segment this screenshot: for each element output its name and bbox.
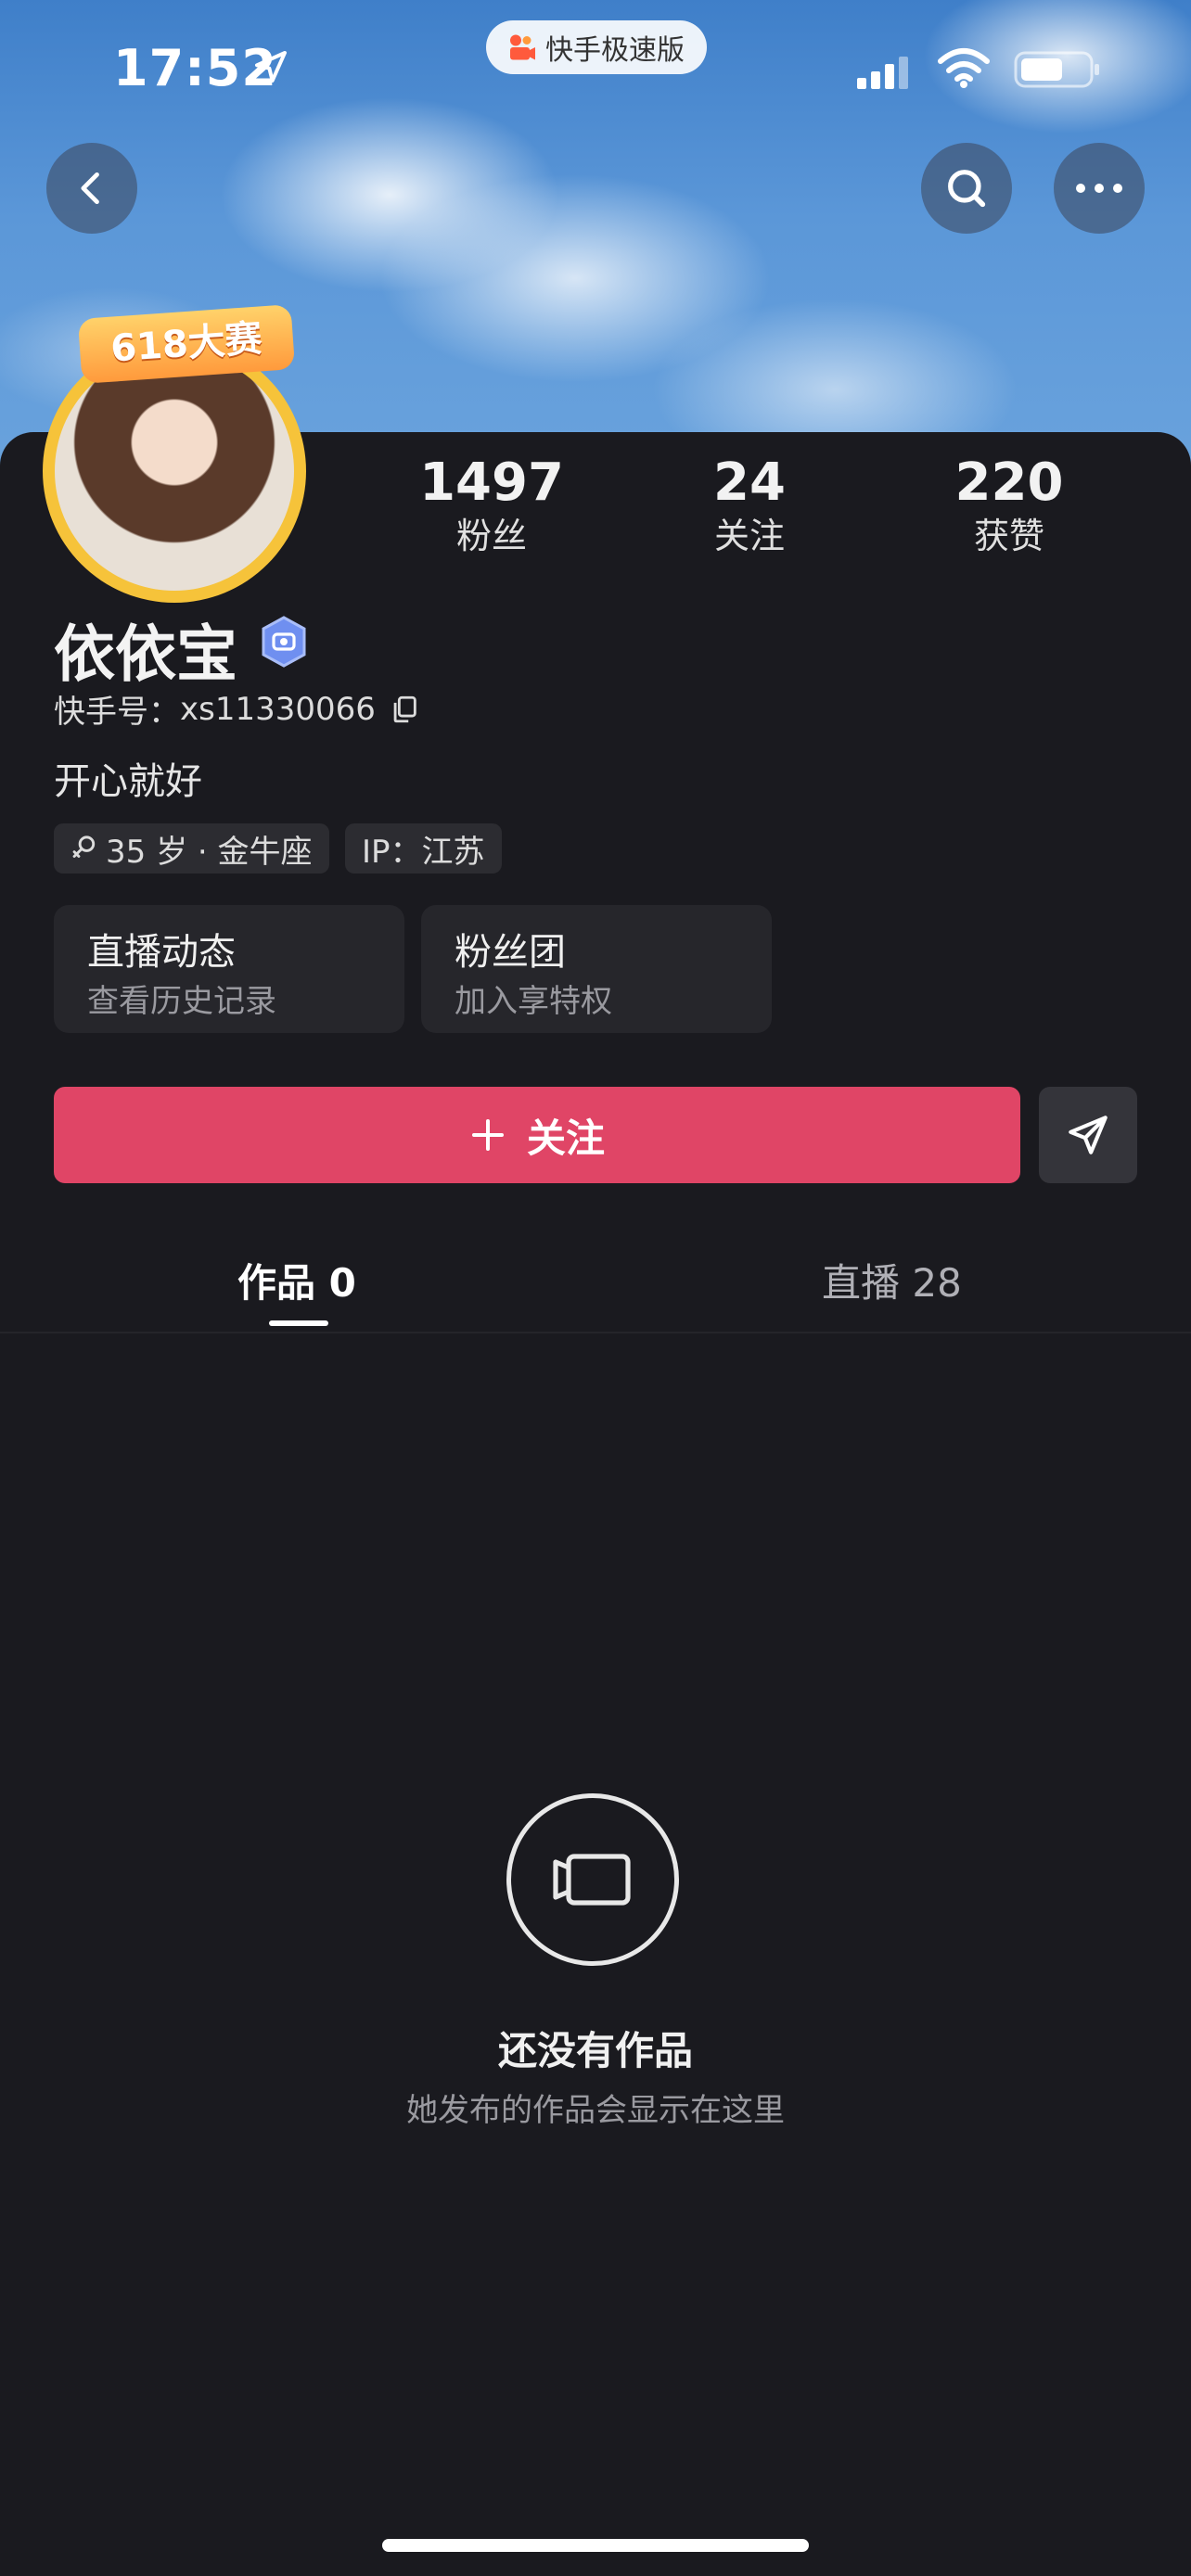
ellipsis-icon xyxy=(1076,184,1122,193)
home-indicator[interactable] xyxy=(382,2539,809,2552)
ip-location-tag: IP：江苏 xyxy=(345,823,502,874)
stat-label: 粉丝 xyxy=(455,516,527,556)
live-history-entry[interactable]: 直播动态 查看历史记录 xyxy=(54,905,404,1033)
empty-state-illustration xyxy=(506,1793,679,1966)
stat-label: 关注 xyxy=(713,516,785,556)
kuaishou-id-label: 快手号： xyxy=(54,694,180,731)
profile-bio: 开心就好 xyxy=(54,760,202,803)
event-badge: 618大赛 xyxy=(77,304,296,384)
more-options-button[interactable] xyxy=(1054,143,1145,234)
search-button[interactable] xyxy=(921,143,1012,234)
avatar-ring xyxy=(43,339,306,603)
kuaishou-id-value: xs11330066 xyxy=(180,690,376,728)
plus-icon xyxy=(471,1119,504,1151)
cellular-signal-icon xyxy=(857,57,908,89)
avatar-photo xyxy=(55,351,294,591)
send-icon xyxy=(1069,1116,1108,1154)
stat-value: 220 xyxy=(954,453,1064,513)
follow-button-label: 关注 xyxy=(526,1115,605,1161)
follow-button[interactable]: 关注 xyxy=(54,1087,1020,1183)
female-icon xyxy=(72,835,96,858)
tab-live[interactable]: 直播 28 xyxy=(822,1252,962,1308)
copy-icon[interactable] xyxy=(389,694,420,725)
location-arrow-icon xyxy=(255,51,287,83)
tab-divider xyxy=(0,1332,1191,1333)
entry-title: 直播动态 xyxy=(87,931,236,974)
age-zodiac-tag: 35 岁 · 金牛座 xyxy=(54,823,329,874)
verified-badge-icon[interactable] xyxy=(260,616,308,668)
battery-icon xyxy=(1014,51,1099,88)
entry-subtitle: 查看历史记录 xyxy=(87,983,276,1020)
wifi-icon xyxy=(938,48,990,88)
profile-name: 依依宝 xyxy=(54,618,237,690)
active-tab-indicator xyxy=(269,1320,328,1326)
avatar[interactable]: 618大赛 xyxy=(43,304,312,603)
app-switch-pill[interactable]: 快手极速版 xyxy=(486,20,707,74)
tab-works[interactable]: 作品 0 xyxy=(237,1252,356,1308)
stat-followers[interactable]: 1497 粉丝 xyxy=(390,451,594,556)
empty-state-title: 还没有作品 xyxy=(497,2028,693,2073)
search-icon xyxy=(948,170,986,208)
empty-state-subtitle: 她发布的作品会显示在这里 xyxy=(406,2092,785,2129)
entry-title: 粉丝团 xyxy=(455,931,566,974)
entry-subtitle: 加入享特权 xyxy=(455,983,612,1020)
stat-label: 获赞 xyxy=(973,516,1044,556)
ip-location-text: IP：江苏 xyxy=(362,833,485,871)
back-button[interactable] xyxy=(46,143,137,234)
age-zodiac-text: 35 岁 · 金牛座 xyxy=(106,833,313,871)
kuaishou-logo-icon xyxy=(510,34,535,60)
chevron-left-icon xyxy=(81,172,99,205)
message-button[interactable] xyxy=(1039,1087,1137,1183)
fan-club-entry[interactable]: 粉丝团 加入享特权 xyxy=(421,905,772,1033)
stat-value: 24 xyxy=(713,453,786,513)
stat-following[interactable]: 24 关注 xyxy=(647,451,852,556)
app-pill-label: 快手极速版 xyxy=(545,34,685,67)
video-camera-icon xyxy=(553,1854,631,1906)
stat-value: 1497 xyxy=(419,453,564,513)
kuaishou-id: 快手号： xs11330066 xyxy=(54,686,420,732)
stat-likes[interactable]: 220 获赞 xyxy=(907,451,1111,556)
